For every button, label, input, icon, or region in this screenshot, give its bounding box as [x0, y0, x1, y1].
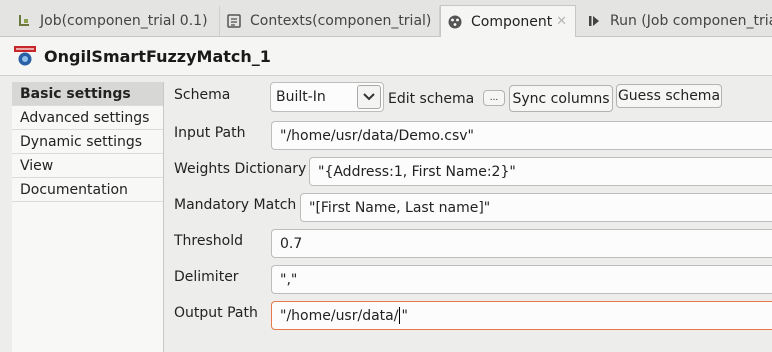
tab-contexts[interactable]: Contexts(componen_trial)	[220, 6, 440, 36]
nav-view[interactable]: View	[12, 154, 163, 178]
close-tab-icon[interactable]: ✕	[556, 14, 567, 29]
tab-label: Job(componen_trial 0.1)	[40, 13, 208, 29]
text-cursor	[399, 307, 401, 324]
schema-value: Built-In	[276, 89, 326, 105]
tab-label: Contexts(componen_trial)	[250, 13, 432, 29]
threshold-label: Threshold	[174, 233, 243, 249]
nav-documentation[interactable]: Documentation	[12, 178, 163, 202]
input-path-label: Input Path	[174, 125, 246, 141]
chevron-down-icon[interactable]	[357, 85, 381, 109]
editor-tab-bar: Job(componen_trial 0.1) Contexts(compone…	[0, 0, 772, 37]
contexts-icon	[226, 13, 242, 29]
output-path-label: Output Path	[174, 305, 258, 321]
tab-label: Component	[471, 13, 553, 30]
nav-basic-settings[interactable]: Basic settings	[12, 82, 163, 106]
edit-schema-label: Edit schema	[388, 91, 475, 107]
tab-component[interactable]: Component ✕	[440, 5, 576, 37]
job-icon	[16, 13, 32, 29]
mandatory-match-field[interactable]: "[First Name, Last name]"	[300, 193, 772, 222]
output-path-text-before: "/home/usr/data/	[280, 307, 399, 324]
output-path-field[interactable]: "/home/usr/data/"	[271, 301, 772, 330]
schema-label: Schema	[174, 87, 231, 103]
basic-settings-form: Schema Built-In Edit schema ... Sync col…	[164, 76, 772, 352]
settings-nav: Basic settings Advanced settings Dynamic…	[12, 82, 164, 352]
tab-run[interactable]: Run (Job componen_trial)	[580, 6, 772, 36]
delimiter-field[interactable]: ","	[271, 265, 772, 294]
tab-label: Run (Job componen_trial)	[610, 13, 772, 29]
output-path-text-after: "	[401, 307, 408, 324]
tab-job[interactable]: Job(componen_trial 0.1)	[10, 6, 220, 36]
weights-dictionary-label: Weights Dictionary	[174, 161, 307, 177]
threshold-field[interactable]: 0.7	[271, 229, 772, 258]
schema-select[interactable]: Built-In	[270, 82, 384, 112]
ongil-logo-icon	[14, 46, 36, 66]
edit-schema-button[interactable]: ...	[483, 90, 505, 106]
delimiter-label: Delimiter	[174, 269, 239, 285]
component-title: OngilSmartFuzzyMatch_1	[44, 46, 271, 66]
component-icon	[447, 14, 463, 30]
guess-schema-button[interactable]: Guess schema	[616, 84, 722, 108]
input-path-field[interactable]: "/home/usr/data/Demo.csv"	[271, 121, 772, 150]
mandatory-match-label: Mandatory Match	[174, 197, 297, 213]
component-header: OngilSmartFuzzyMatch_1	[0, 37, 772, 76]
nav-dynamic-settings[interactable]: Dynamic settings	[12, 130, 163, 154]
sync-columns-button[interactable]: Sync columns	[509, 85, 613, 112]
run-icon	[586, 13, 602, 29]
weights-dictionary-field[interactable]: "{Address:1, First Name:2}"	[309, 157, 772, 186]
nav-advanced-settings[interactable]: Advanced settings	[12, 106, 163, 130]
